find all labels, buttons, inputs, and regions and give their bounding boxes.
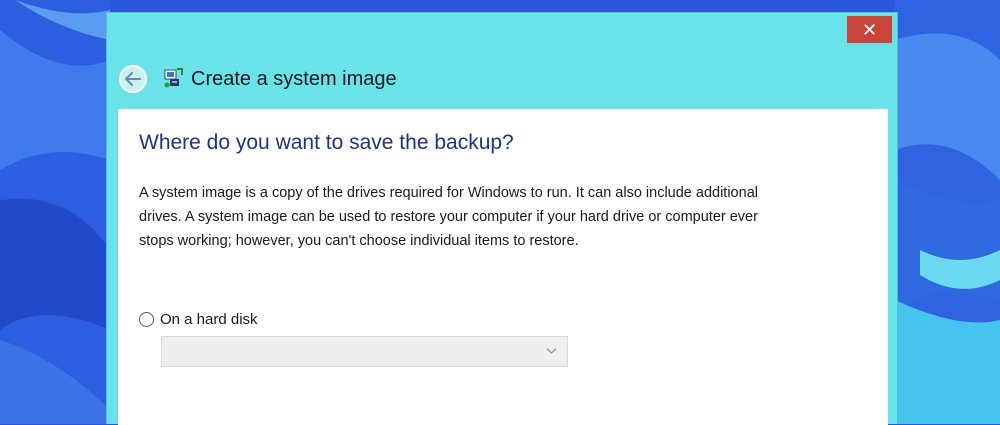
close-icon: ✕ (861, 19, 878, 40)
close-button[interactable]: ✕ (847, 16, 892, 43)
page-heading: Where do you want to save the backup? (139, 131, 514, 154)
system-image-icon (164, 68, 183, 88)
back-button[interactable] (119, 65, 147, 93)
hard-disk-radio[interactable] (139, 312, 154, 327)
back-arrow-icon (125, 72, 141, 86)
hard-disk-option[interactable]: On a hard disk (139, 311, 258, 328)
chevron-down-icon (546, 348, 557, 354)
window-title: Create a system image (191, 68, 397, 90)
description-text: A system image is a copy of the drives r… (139, 185, 758, 249)
content-panel (118, 109, 888, 425)
system-image-window: ✕ Create a system image Where do you wan… (106, 12, 898, 425)
hard-disk-label[interactable]: On a hard disk (160, 311, 258, 328)
hard-disk-dropdown[interactable] (161, 336, 568, 367)
